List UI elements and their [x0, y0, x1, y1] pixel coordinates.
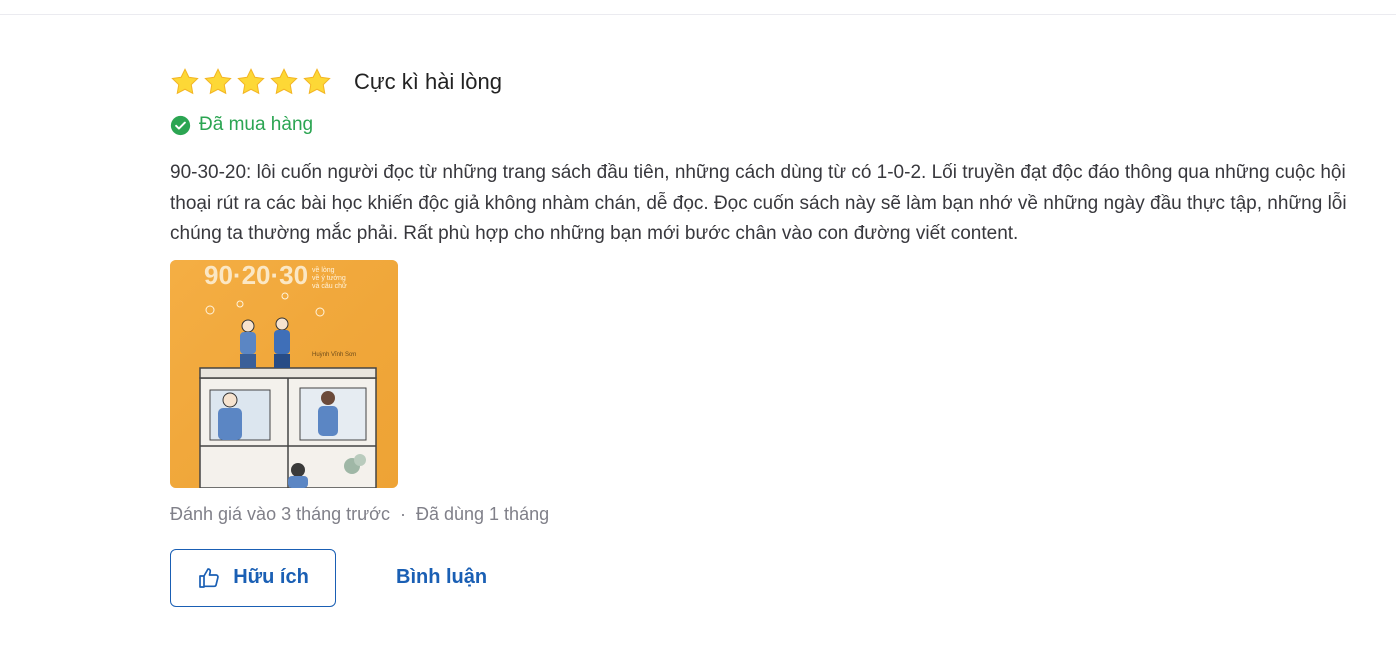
reviewed-time: Đánh giá vào 3 tháng trước — [170, 503, 390, 524]
star-icon — [204, 68, 232, 95]
star-icon — [171, 68, 199, 95]
cover-subtitle: về lòng — [312, 265, 335, 274]
usage-time: Đã dùng 1 tháng — [415, 503, 550, 524]
purchased-badge: Đã mua hàng — [170, 108, 1370, 142]
review-title: Cực kì hài lòng — [354, 69, 503, 94]
cover-author: Huỳnh Vĩnh Sơn — [312, 352, 356, 358]
top-divider — [0, 14, 1396, 15]
star-icon — [270, 68, 298, 95]
cover-title: 90·20·30 — [204, 260, 308, 290]
rating-row: Cực kì hài lòng — [170, 60, 1370, 104]
star-icon — [237, 68, 265, 95]
cover-subtitle-2: về ý tưởng — [312, 273, 346, 282]
comment-link[interactable]: Bình luận — [396, 566, 487, 589]
check-circle-icon — [170, 115, 191, 135]
helpful-button[interactable]: Hữu ích — [170, 548, 336, 607]
star-rating — [170, 67, 332, 97]
review-meta: Đánh giá vào 3 tháng trước · Đã dùng 1 t… — [170, 504, 1370, 525]
purchased-label: Đã mua hàng — [199, 114, 314, 135]
meta-separator: · — [399, 503, 406, 524]
review-card: Cực kì hài lòng Đã mua hàng 90-30-20: lô… — [170, 60, 1370, 607]
review-photo[interactable]: 90·20·30 về lòng về ý tưởng và câu chữ H… — [170, 259, 398, 488]
review-content: 90-30-20: lôi cuốn người đọc từ những tr… — [170, 162, 1347, 244]
review-actions: Hữu ích Bình luận — [170, 548, 1370, 607]
thumbs-up-icon — [199, 567, 219, 588]
star-icon — [303, 68, 331, 95]
cover-subtitle-3: và câu chữ — [312, 283, 347, 290]
helpful-label: Hữu ích — [233, 566, 309, 588]
